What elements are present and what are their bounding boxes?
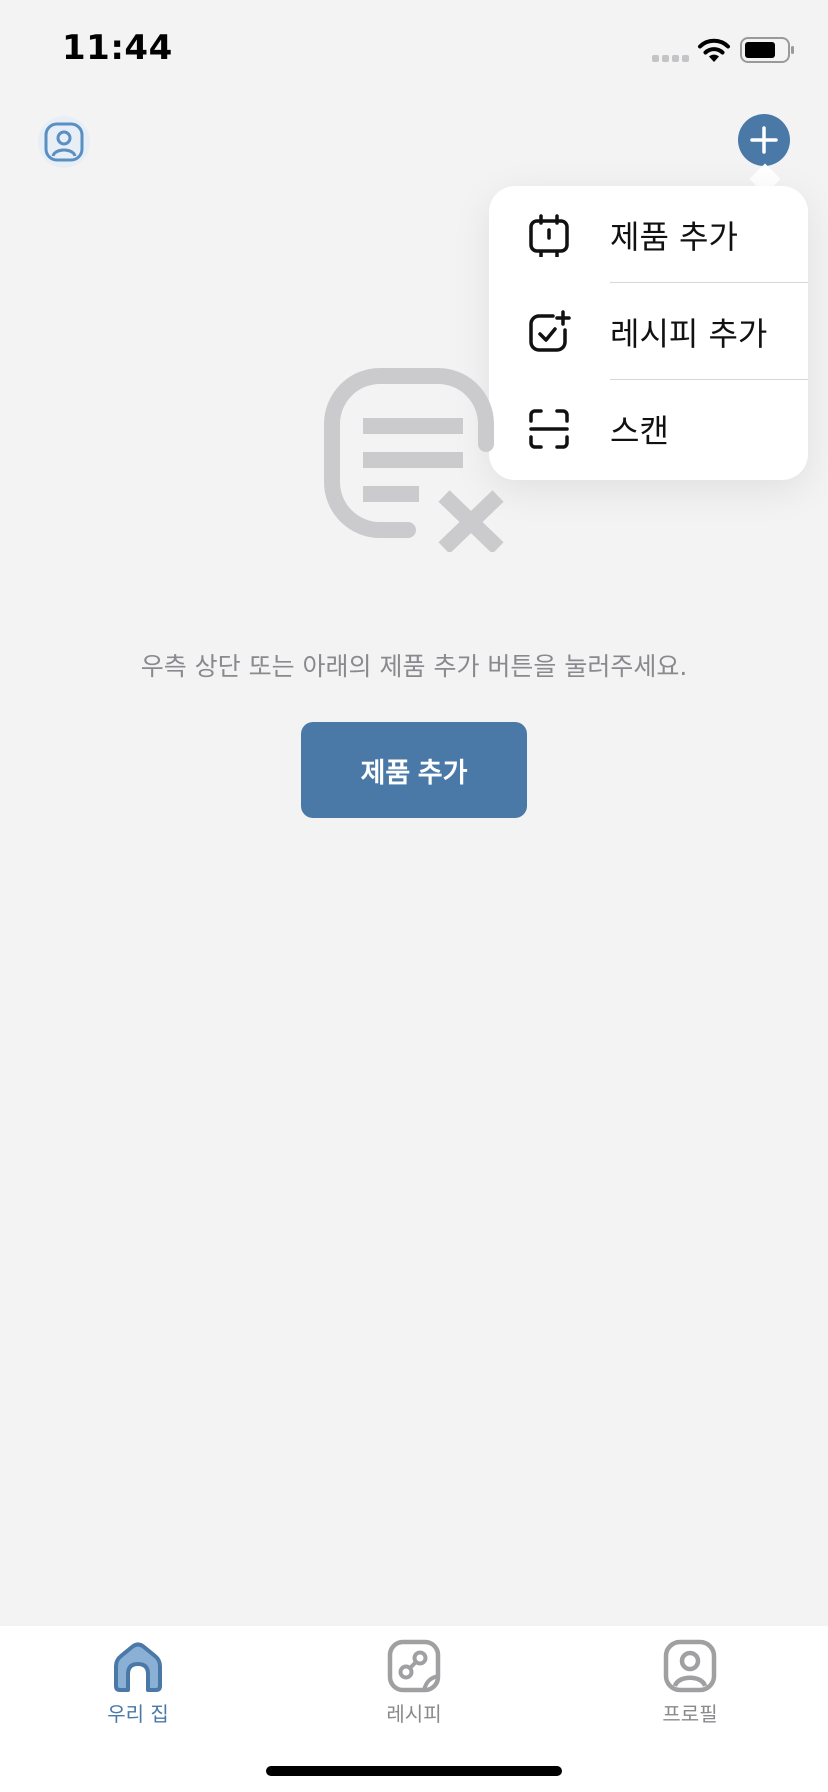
- empty-state-message: 우측 상단 또는 아래의 제품 추가 버튼을 눌러주세요.: [140, 652, 688, 681]
- recipe-icon: [387, 1639, 441, 1693]
- person-icon: [44, 122, 84, 162]
- home-icon: [114, 1642, 162, 1692]
- scan-frame-icon: [529, 408, 569, 449]
- status-time: 11:44: [62, 28, 173, 68]
- tab-label: 프로필: [662, 1702, 718, 1726]
- battery-icon: [740, 37, 794, 63]
- tab-recipe[interactable]: 레시피: [334, 1638, 494, 1734]
- empty-list-x-icon: [324, 368, 504, 552]
- wifi-icon: [698, 38, 730, 62]
- tab-profile[interactable]: 프로필: [610, 1638, 770, 1734]
- tab-label: 우리 집: [107, 1702, 169, 1726]
- profile-icon: [663, 1639, 717, 1693]
- add-button[interactable]: [738, 114, 790, 166]
- checkmark-plus-icon: [529, 309, 571, 352]
- menu-item-label: 레시피 추가: [610, 314, 768, 353]
- tab-label: 레시피: [386, 1702, 442, 1726]
- tab-home[interactable]: 우리 집: [58, 1638, 218, 1734]
- cellular-signal-icon: [652, 55, 689, 62]
- menu-item-label: 제품 추가: [610, 217, 738, 256]
- add-product-button[interactable]: 제품 추가: [301, 722, 527, 818]
- status-bar: 11:44: [0, 0, 828, 100]
- plus-icon: [750, 126, 778, 154]
- add-dropdown-menu: 제품 추가 레시피 추가 스캔: [489, 186, 808, 480]
- profile-button[interactable]: [38, 116, 90, 168]
- home-indicator: [266, 1766, 562, 1776]
- menu-item-scan[interactable]: 스캔: [489, 380, 808, 477]
- product-icon: [529, 213, 569, 257]
- menu-item-add-recipe[interactable]: 레시피 추가: [489, 283, 808, 380]
- menu-item-label: 스캔: [610, 411, 669, 450]
- menu-item-add-product[interactable]: 제품 추가: [489, 186, 808, 283]
